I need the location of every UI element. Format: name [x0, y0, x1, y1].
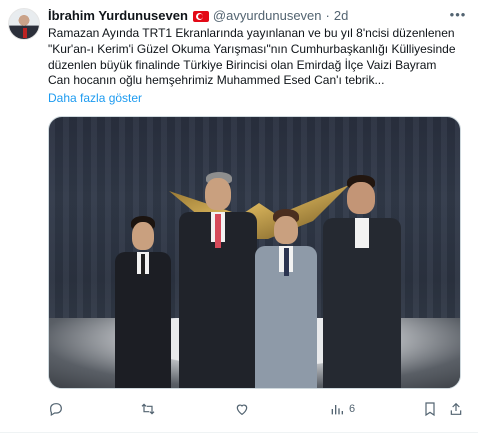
- show-more-link[interactable]: Daha fazla göster: [48, 90, 142, 106]
- person-4: [317, 175, 403, 388]
- person-1: [111, 216, 173, 388]
- person-3: [249, 209, 321, 388]
- more-dots-icon[interactable]: •••: [448, 5, 468, 25]
- tweet-text: Ramazan Ayında TRT1 Ekranlarında yayınla…: [48, 26, 466, 89]
- turkey-flag-icon: [192, 10, 209, 22]
- reply-icon: [50, 403, 62, 417]
- separator-dot: ·: [325, 8, 330, 23]
- views-button[interactable]: 6: [329, 398, 355, 420]
- tweet-header: İbrahim Yurdunuseven @avyurdunuseven · 2…: [48, 7, 348, 25]
- tweet-text-line: Can hocanın oğlu hemşehrimiz Muhammed Es…: [48, 73, 385, 88]
- tweet-text-line: düzenlen büyük finalinde Türkiye Birinci…: [48, 57, 437, 72]
- views-chart-icon: [331, 405, 343, 415]
- bookmark-icon: [425, 402, 435, 417]
- views-count: 6: [349, 403, 356, 415]
- heart-icon: [236, 404, 248, 416]
- tweet-text-line: "Kur'an-ı Kerim'i Güzel Okuma Yarışması"…: [48, 41, 456, 56]
- reply-button[interactable]: [48, 398, 64, 420]
- tweet-photo[interactable]: [48, 116, 461, 389]
- bookmark-button[interactable]: [422, 398, 438, 420]
- tweet-timestamp[interactable]: 2d: [334, 7, 348, 25]
- share-icon: [450, 402, 462, 415]
- author-handle[interactable]: @avyurdunuseven: [213, 7, 322, 25]
- tweet-text-line: Ramazan Ayında TRT1 Ekranlarında yayınla…: [48, 26, 455, 40]
- author-name[interactable]: İbrahim Yurdunuseven: [48, 7, 188, 25]
- tweet-actions: 6: [48, 398, 464, 420]
- like-button[interactable]: [234, 398, 250, 420]
- retweet-button[interactable]: [140, 398, 156, 420]
- person-2: [173, 172, 259, 388]
- share-button[interactable]: [448, 398, 464, 420]
- tweet-card[interactable]: İbrahim Yurdunuseven @avyurdunuseven · 2…: [0, 0, 478, 433]
- retweet-icon: [141, 403, 155, 415]
- avatar[interactable]: [8, 8, 40, 40]
